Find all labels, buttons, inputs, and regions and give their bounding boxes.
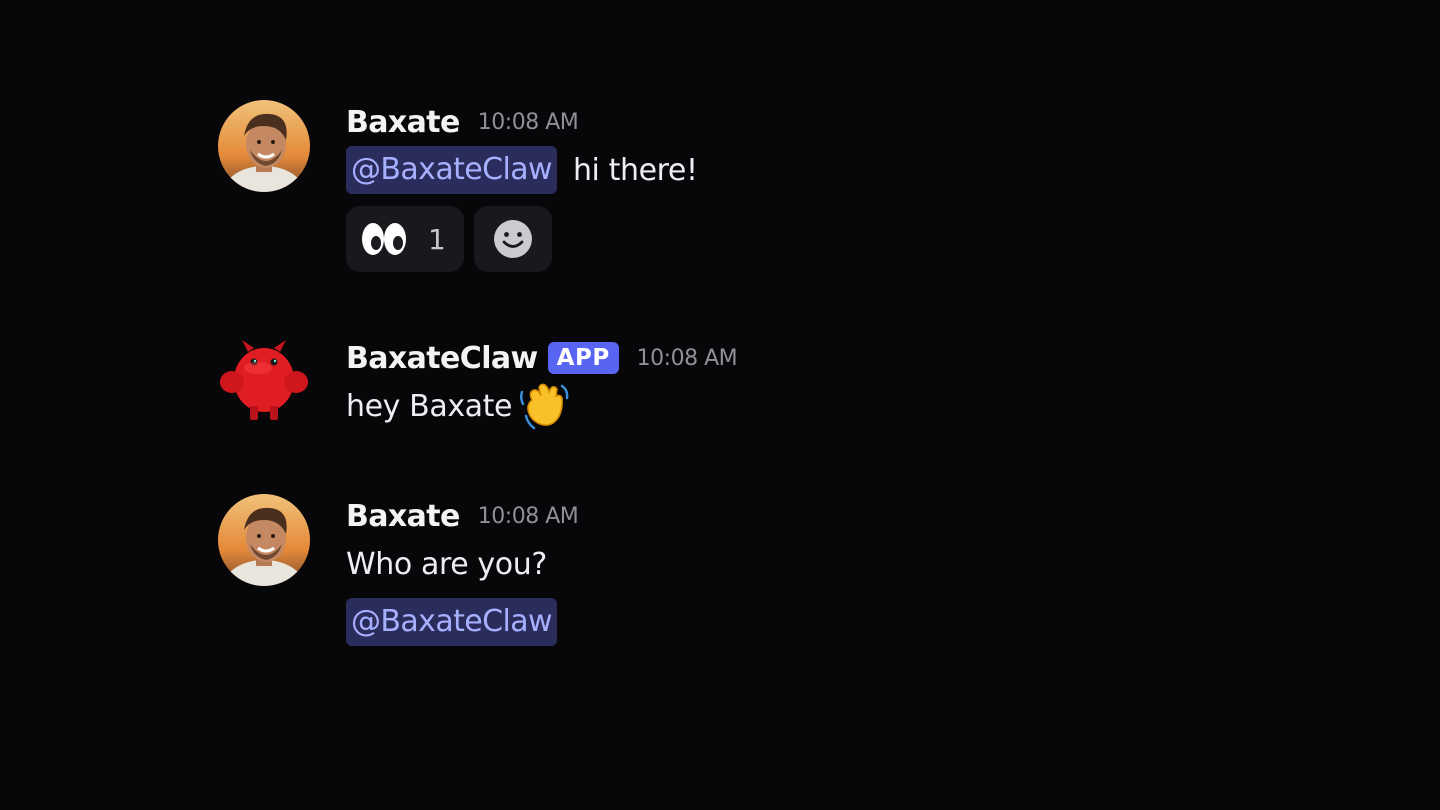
message-text: hey Baxate bbox=[346, 380, 1046, 432]
message-text: @BaxateClaw hi there! bbox=[346, 144, 1046, 196]
timestamp: 10:08 AM bbox=[477, 503, 579, 529]
app-badge: APP bbox=[547, 342, 619, 374]
chat-messages: Baxate 10:08 AM @BaxateClaw hi there! 1 bbox=[0, 0, 1440, 810]
user-mention[interactable]: @BaxateClaw bbox=[346, 146, 557, 194]
user-avatar[interactable] bbox=[218, 100, 310, 192]
timestamp: 10:08 AM bbox=[636, 345, 738, 371]
author-name[interactable]: Baxate bbox=[346, 499, 460, 534]
user-avatar[interactable] bbox=[218, 494, 310, 586]
message-body: hey Baxate bbox=[346, 388, 513, 424]
avatar-image bbox=[218, 100, 310, 192]
message-header: BaxateClaw APP 10:08 AM bbox=[346, 336, 1046, 380]
waving-hand-icon bbox=[520, 383, 569, 430]
reaction-count: 1 bbox=[428, 222, 446, 256]
message-header: Baxate 10:08 AM bbox=[346, 100, 1046, 144]
reactions-bar: 1 bbox=[346, 206, 1046, 272]
add-reaction-icon bbox=[494, 220, 532, 258]
user-mention[interactable]: @BaxateClaw bbox=[346, 598, 557, 646]
timestamp: 10:08 AM bbox=[477, 109, 579, 135]
message-body: hi there! bbox=[572, 152, 698, 188]
reaction-eyes[interactable]: 1 bbox=[346, 206, 464, 272]
message-text: Who are you? bbox=[346, 538, 1046, 590]
bot-avatar[interactable] bbox=[218, 336, 310, 428]
add-reaction-button[interactable] bbox=[474, 206, 552, 272]
message-body: Who are you? bbox=[346, 546, 547, 582]
red-creature-avatar-icon bbox=[220, 340, 308, 420]
author-name[interactable]: BaxateClaw bbox=[346, 341, 538, 376]
eyes-icon bbox=[362, 223, 406, 255]
avatar-image bbox=[218, 494, 310, 586]
message-header: Baxate 10:08 AM bbox=[346, 494, 1046, 538]
message-text: @BaxateClaw bbox=[346, 596, 1046, 648]
author-name[interactable]: Baxate bbox=[346, 105, 460, 140]
